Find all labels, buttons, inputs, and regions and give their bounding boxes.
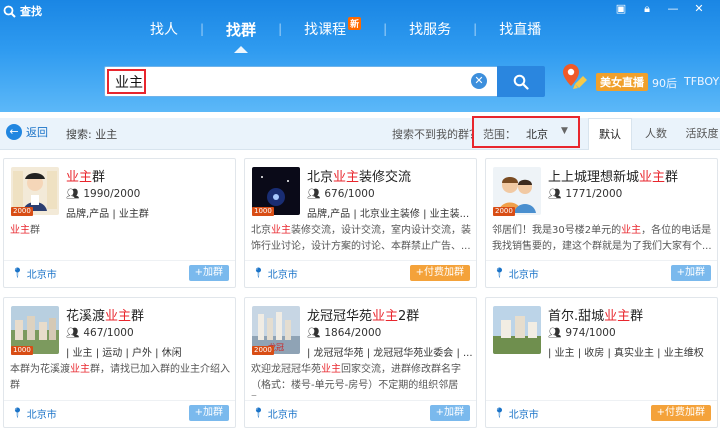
group-card[interactable]: 1000 北京业主装修交流 👥︎ 676/1000 品牌,产品 | 北京业主装修 … [244, 158, 477, 288]
members-icon: 👥︎ [548, 327, 562, 339]
lock-icon[interactable]: 🔒︎ [640, 2, 654, 16]
members-icon: 👥︎ [66, 188, 80, 200]
search-icon [513, 74, 529, 90]
not-found-link[interactable]: 搜索不到我的群？ [392, 126, 480, 142]
header: 查找 ▣ 🔒︎ — ✕ 找人 | 找群 | 找课程新 | 找服务 | 找直播 ✕ [0, 0, 720, 112]
skin-icon[interactable]: ▣ [614, 2, 628, 16]
sort-default[interactable]: 默认 [588, 118, 632, 150]
location-icon: 📍︎ [493, 408, 506, 419]
tab-find-live[interactable]: 找直播 [499, 15, 541, 43]
level-badge: 2000 [11, 207, 33, 216]
member-count: 👥︎ 676/1000 [307, 187, 375, 201]
location-icon: 📍︎ [252, 408, 265, 419]
location-pin-icon[interactable] [561, 62, 589, 96]
close-icon[interactable]: ✕ [692, 2, 706, 16]
member-count: 👥︎ 974/1000 [548, 326, 616, 340]
tab-find-groups[interactable]: 找群 [226, 15, 256, 53]
level-badge: 1000 [252, 207, 274, 216]
group-tags: | 业主 | 收房 | 真实业主 | 业主维权 [548, 348, 704, 359]
member-count: 👥︎ 1864/2000 [307, 326, 382, 340]
search-input[interactable] [109, 71, 483, 93]
app-title: 查找 [20, 5, 42, 18]
arrow-left-icon: ← [6, 124, 22, 140]
group-tags: 品牌,产品 | 北京业主装修 | 业主装... [307, 209, 470, 220]
level-badge: 2000 [252, 346, 274, 355]
members-icon: 👥︎ [307, 188, 321, 200]
group-location: 📍︎ 北京市 [11, 408, 57, 421]
member-count: 👥︎ 1990/2000 [66, 187, 141, 201]
clear-search-icon[interactable]: ✕ [471, 73, 487, 89]
app-window: 查找 ▣ 🔒︎ — ✕ 找人 | 找群 | 找课程新 | 找服务 | 找直播 ✕ [0, 0, 720, 428]
search-keyword-text: 搜索: 业主 [66, 128, 118, 141]
search-button[interactable] [497, 66, 545, 97]
sort-members[interactable]: 人数 [636, 118, 676, 150]
back-label: 返回 [26, 126, 48, 139]
group-tags: | 业主 | 运动 | 户外 | 休闲 [66, 348, 182, 359]
paid-join-button[interactable]: +付费加群 [650, 405, 711, 421]
level-badge: 1000 [11, 346, 33, 355]
group-tags: | 龙冠冠华苑 | 龙冠冠华苑业委会 | ... [307, 348, 473, 359]
group-tags: 品牌,产品 | 业主群 [66, 209, 149, 220]
members-icon: 👥︎ [66, 327, 80, 339]
location-icon: 📍︎ [493, 268, 506, 279]
group-location: 📍︎ 北京市 [493, 408, 539, 421]
group-card[interactable]: 2000 上上城理想新城业主群 👥︎ 1771/2000 邻居们！我是30号楼2单… [485, 158, 718, 288]
chevron-down-icon[interactable]: ▼ [561, 126, 568, 136]
sort-activity[interactable]: 活跃度 [680, 118, 720, 150]
group-location: 📍︎ 北京市 [493, 268, 539, 281]
member-count: 👥︎ 467/1000 [66, 326, 134, 340]
group-description: 北京业主装修交流，设计交流，室内设计交流，装饰行业讨论，设计方案的讨论、本群禁止… [251, 225, 471, 252]
search-app-icon [3, 5, 16, 18]
join-group-button[interactable]: +加群 [188, 265, 229, 281]
member-count: 👥︎ 1771/2000 [548, 187, 623, 201]
group-name[interactable]: 首尔.甜城业主群 [548, 305, 714, 324]
quick-tag-live[interactable]: 美女直播 [596, 73, 648, 91]
group-description: 欢迎龙冠冠华苑业主回家交流，进群修改群名字（格式：楼号-单元号-房号）不定期的组… [251, 364, 461, 391]
group-card[interactable]: 2000 业主群 👥︎ 1990/2000 品牌,产品 | 业主群 业主群 📍︎ 北… [3, 158, 236, 288]
join-group-button[interactable]: +加群 [429, 405, 470, 421]
window-controls: ▣ 🔒︎ — ✕ [614, 2, 706, 16]
group-name[interactable]: 北京业主装修交流 [307, 166, 473, 185]
tab-find-courses-label: 找课程 [304, 22, 347, 38]
group-card[interactable]: 龙冠 2000 龙冠冠华苑业主2群 👥︎ 1864/2000 | 龙冠冠华苑 | … [244, 297, 477, 428]
range-label: 范围： [483, 128, 516, 141]
join-group-button[interactable]: +加群 [188, 405, 229, 421]
group-avatar [493, 306, 541, 354]
new-badge: 新 [348, 17, 362, 30]
group-description: 业主群 [10, 225, 40, 236]
main-nav: 找人 | 找群 | 找课程新 | 找服务 | 找直播 [150, 13, 541, 53]
join-group-button[interactable]: +加群 [670, 265, 711, 281]
group-description: 邻居们！我是30号楼2单元的业主，各位的电话是我找销售要的，建这个群就是为了我们… [492, 225, 712, 252]
tab-find-people[interactable]: 找人 [150, 15, 178, 43]
range-select[interactable]: 北京 [526, 126, 548, 142]
back-button[interactable]: ← 返回 [6, 124, 48, 140]
group-location: 📍︎ 北京市 [252, 268, 298, 281]
group-name[interactable]: 上上城理想新城业主群 [548, 166, 714, 185]
group-location: 📍︎ 北京市 [11, 268, 57, 281]
location-icon: 📍︎ [11, 268, 24, 279]
group-name[interactable]: 花溪渡业主群 [66, 305, 232, 324]
paid-join-button[interactable]: +付费加群 [409, 265, 470, 281]
group-card[interactable]: 首尔.甜城业主群 👥︎ 974/1000 | 业主 | 收房 | 真实业主 | 业… [485, 297, 718, 428]
minimize-icon[interactable]: — [666, 2, 680, 16]
group-name[interactable]: 业主群 [66, 166, 232, 185]
members-icon: 👥︎ [548, 188, 562, 200]
group-name[interactable]: 龙冠冠华苑业主2群 [307, 305, 473, 324]
group-description: 本群为花溪渡业主群，请找已加入群的业主介绍入群 [10, 364, 230, 391]
members-icon: 👥︎ [307, 327, 321, 339]
search-box [104, 66, 502, 97]
tab-find-courses[interactable]: 找课程新 [304, 15, 362, 43]
app-brand: 查找 [0, 2, 42, 20]
location-icon: 📍︎ [11, 408, 24, 419]
location-icon: 📍︎ [252, 268, 265, 279]
quick-tag-90s[interactable]: 90后 [652, 75, 677, 91]
quick-tag-tfboys[interactable]: TFBOYS [684, 75, 720, 88]
tab-find-services[interactable]: 找服务 [409, 15, 451, 43]
level-badge: 2000 [493, 207, 515, 216]
group-location: 📍︎ 北京市 [252, 408, 298, 421]
group-card[interactable]: 1000 花溪渡业主群 👥︎ 467/1000 | 业主 | 运动 | 户外 | … [3, 297, 236, 428]
